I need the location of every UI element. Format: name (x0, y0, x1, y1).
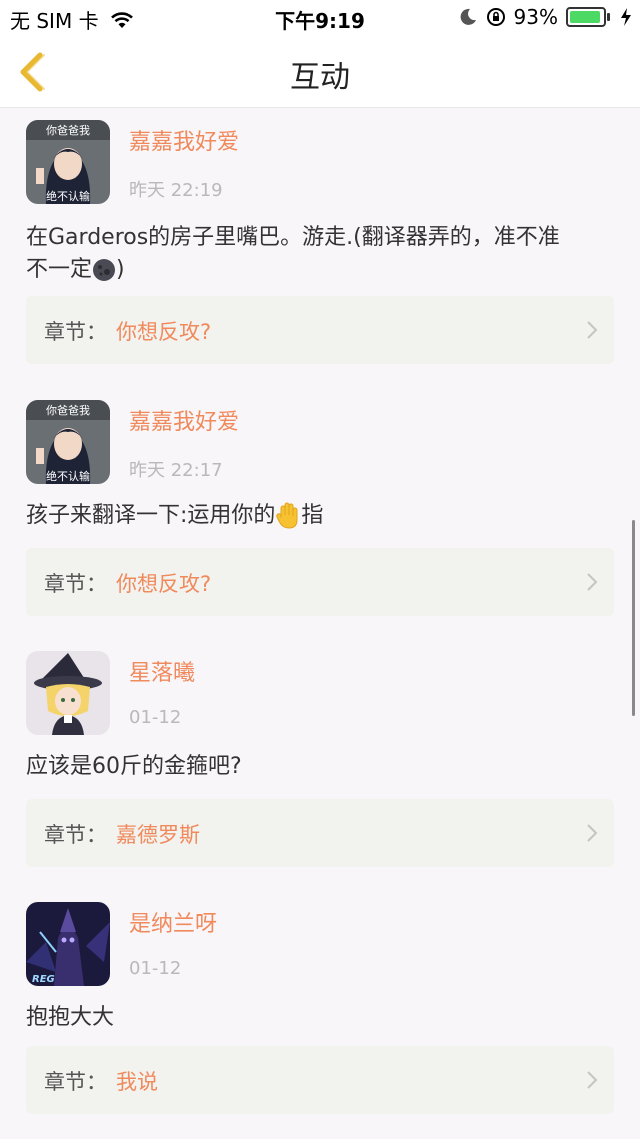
comment-time: 01-12 (129, 958, 182, 979)
chapter-card[interactable]: 章节： 你想反攻? (26, 296, 614, 364)
chapter-name: 你想反攻? (116, 320, 212, 344)
chevron-right-icon (587, 321, 598, 339)
chevron-right-icon (587, 824, 598, 842)
comment-item: 你爸爸我 绝不认输 嘉嘉我好爱 昨天 22:19 在Garderos的房子里嘴巴… (0, 108, 640, 378)
avatar-caption-top: 你爸爸我 (46, 124, 90, 137)
user-name[interactable]: 星落曦 (129, 655, 195, 687)
chapter-label: 章节： (44, 572, 107, 596)
avatar[interactable]: REG (26, 902, 110, 986)
page-title: 互动 (290, 60, 350, 95)
chevron-right-icon (587, 573, 598, 591)
chapter-label: 章节： (44, 1070, 107, 1094)
comment-item: 你爸爸我 绝不认输 嘉嘉我好爱 昨天 22:17 孩子来翻译一下:运用你的指 章… (0, 388, 640, 628)
battery-percent: 93% (513, 5, 558, 29)
status-bar: 无 SIM 卡 下午9:19 93% (0, 0, 640, 34)
comment-text-part: 不一定 (26, 257, 93, 282)
battery-fill (570, 11, 600, 23)
comment-text: 孩子来翻译一下:运用你的指 (26, 500, 614, 532)
user-name[interactable]: 嘉嘉我好爱 (129, 404, 239, 436)
nav-bar: 互动 (0, 34, 640, 108)
avatar[interactable] (26, 651, 110, 735)
avatar-badge-text: REG (32, 974, 55, 985)
avatar-caption-top: 你爸爸我 (46, 404, 90, 417)
scrollbar[interactable] (632, 520, 635, 716)
comment-text: 抱抱大大 (26, 1005, 115, 1030)
comment-text-line: 不一定) (26, 254, 614, 286)
comment-text-part: 孩子来翻译一下:运用你的 (26, 503, 276, 528)
chapter-name: 我说 (116, 1070, 158, 1094)
comment-time: 昨天 22:17 (129, 460, 223, 481)
user-name[interactable]: 是纳兰呀 (129, 906, 217, 938)
moon-icon (460, 8, 476, 25)
avatar[interactable]: 你爸爸我 绝不认输 (26, 400, 110, 484)
chapter-label: 章节： (44, 320, 107, 344)
chapter-card[interactable]: 章节： 我说 (26, 1046, 614, 1114)
comment-text-part: 指 (301, 503, 324, 528)
chapter-card[interactable]: 章节： 嘉德罗斯 (26, 799, 614, 867)
chapter-card[interactable]: 章节： 你想反攻? (26, 548, 614, 616)
avatar[interactable]: 你爸爸我 绝不认输 (26, 120, 110, 204)
chapter-label: 章节： (44, 823, 107, 847)
dark-moon-emoji (93, 259, 116, 281)
chevron-right-icon (587, 1071, 598, 1089)
comment-time: 01-12 (129, 707, 182, 728)
avatar-caption-bottom: 绝不认输 (46, 469, 90, 483)
battery-icon (566, 6, 612, 28)
comment-feed[interactable]: 你爸爸我 绝不认输 嘉嘉我好爱 昨天 22:19 在Garderos的房子里嘴巴… (0, 108, 640, 1139)
chapter-name: 嘉德罗斯 (116, 823, 200, 847)
comment-item: REG 是纳兰呀 01-12 抱抱大大 章节： 我说 (0, 890, 640, 1130)
user-name[interactable]: 嘉嘉我好爱 (129, 124, 239, 156)
comment-text: 在Garderos的房子里嘴巴。游走.(翻译器弄的，准不准 不一定) (26, 222, 614, 286)
comment-text: 应该是60斤的金箍吧? (26, 754, 242, 779)
avatar-caption-bottom: 绝不认输 (46, 189, 90, 203)
comment-time: 昨天 22:19 (129, 180, 223, 201)
comment-item: 星落曦 01-12 应该是60斤的金箍吧? 章节： 嘉德罗斯 (0, 639, 640, 879)
charging-bolt-icon (621, 8, 631, 26)
status-right: 93% (458, 5, 632, 29)
chapter-name: 你想反攻? (116, 572, 212, 596)
comment-text-line: 在Garderos的房子里嘴巴。游走.(翻译器弄的，准不准 (26, 225, 560, 250)
comment-text-part: ) (116, 257, 125, 282)
raised-hand-emoji (276, 502, 298, 529)
orientation-lock-icon (486, 8, 505, 26)
